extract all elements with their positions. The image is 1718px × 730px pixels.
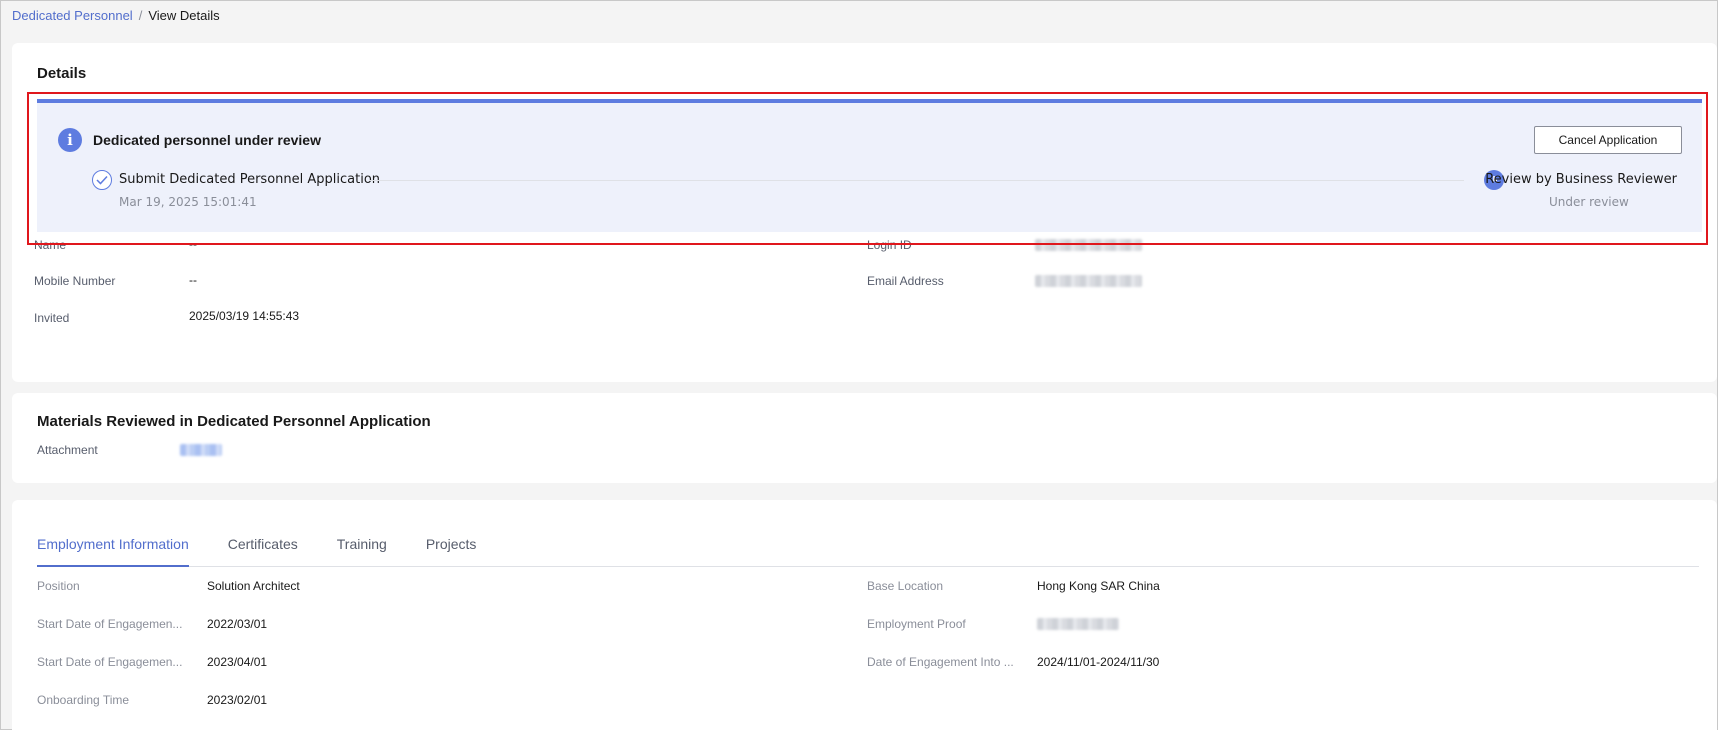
start-date-2-label: Start Date of Engagemen...: [37, 655, 183, 669]
email-label: Email Address: [867, 274, 944, 288]
invited-value: 2025/03/19 14:55:43: [189, 309, 300, 323]
details-title: Details: [37, 65, 87, 82]
start-date-2-value: 2023/04/01: [207, 655, 268, 669]
breadcrumb-link-dedicated-personnel[interactable]: Dedicated Personnel: [12, 8, 133, 23]
date-of-engagement-value: 2024/11/01-2024/11/30: [1037, 655, 1160, 669]
breadcrumb-current: View Details: [148, 8, 220, 23]
employment-card: Employment Information Certificates Trai…: [12, 500, 1717, 730]
attachment-label: Attachment: [37, 443, 98, 457]
employment-proof-label: Employment Proof: [867, 617, 966, 631]
tab-certificates[interactable]: Certificates: [228, 527, 298, 567]
attachment-file-link-redacted[interactable]: [180, 444, 222, 456]
start-date-1-value: 2022/03/01: [207, 617, 268, 631]
position-value: Solution Architect: [207, 579, 300, 593]
mobile-label: Mobile Number: [34, 274, 116, 288]
base-location-value: Hong Kong SAR China: [1037, 579, 1160, 593]
start-date-1-label: Start Date of Engagemen...: [37, 617, 183, 631]
onboarding-time-value: 2023/02/01: [207, 693, 268, 707]
position-label: Position: [37, 579, 80, 593]
email-value-redacted: [1035, 275, 1142, 287]
highlight-annotation-frame: [27, 92, 1708, 245]
tab-training[interactable]: Training: [337, 527, 387, 567]
mobile-value: --: [189, 273, 197, 287]
base-location-label: Base Location: [867, 579, 944, 593]
invited-label: Invited: [34, 311, 70, 325]
materials-card: Materials Reviewed in Dedicated Personne…: [12, 393, 1717, 483]
date-of-engagement-label: Date of Engagement Into ...: [867, 655, 1014, 669]
onboarding-time-label: Onboarding Time: [37, 693, 130, 707]
employment-proof-file-redacted[interactable]: [1037, 618, 1119, 630]
breadcrumb-separator: /: [138, 8, 143, 23]
employment-tabs: Employment Information Certificates Trai…: [37, 527, 1699, 567]
tab-projects[interactable]: Projects: [426, 527, 477, 567]
tab-employment-information[interactable]: Employment Information: [37, 527, 189, 567]
materials-title: Materials Reviewed in Dedicated Personne…: [37, 413, 431, 430]
breadcrumb: Dedicated Personnel / View Details: [12, 8, 220, 23]
